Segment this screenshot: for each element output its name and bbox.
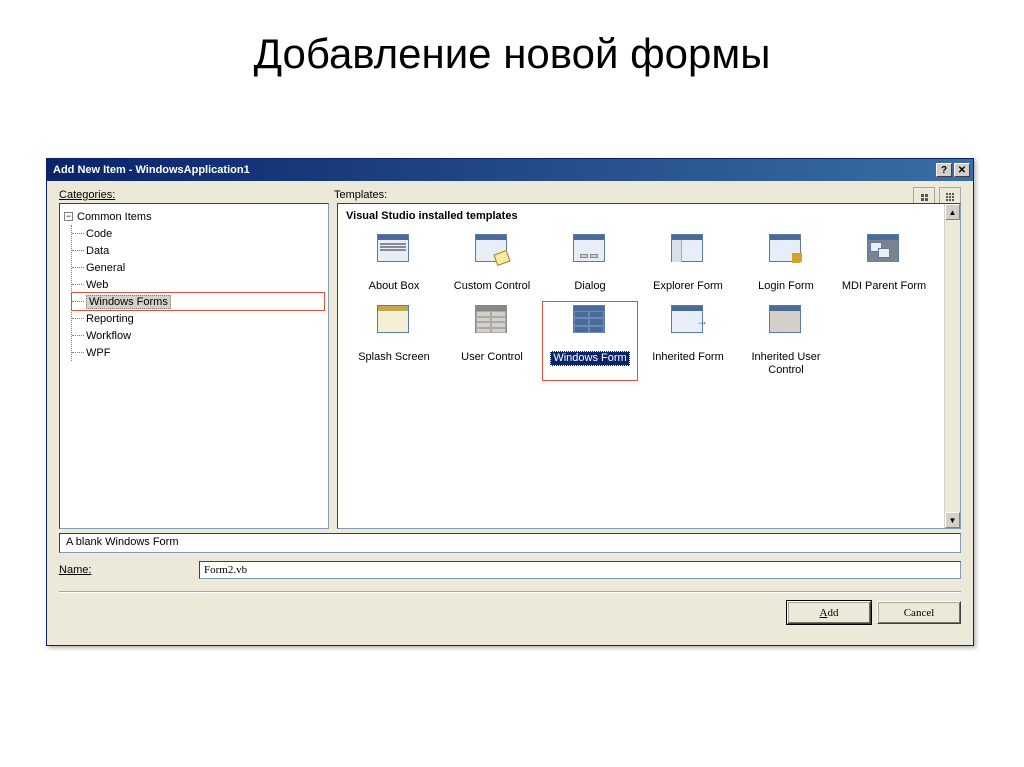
titlebar: Add New Item - WindowsApplication1 ? ✕ [47, 159, 973, 181]
explorer-icon [671, 234, 705, 264]
tree-item-label: Data [86, 245, 109, 257]
tree-item-label: General [86, 262, 125, 274]
categories-tree[interactable]: − Common Items Code Data General Web Windows… [59, 203, 329, 529]
templates-scrollbar[interactable]: ▲ ▼ [944, 204, 960, 528]
template-item-label: Dialog [574, 280, 605, 293]
template-item-label: Inherited User Control [738, 351, 834, 377]
tree-item-reporting[interactable]: Reporting [72, 310, 324, 327]
templates-label: Templates: [334, 189, 961, 201]
help-button[interactable]: ? [936, 163, 952, 177]
about-icon [377, 234, 411, 264]
dialog-i-icon [573, 234, 607, 264]
splash-icon [377, 305, 411, 335]
templates-panel: Visual Studio installed templates About … [337, 203, 961, 529]
template-item-custom-control[interactable]: Custom Control [444, 230, 540, 297]
inherited-icon [671, 305, 705, 335]
tree-item-label: Reporting [86, 313, 134, 325]
template-item-label: Login Form [758, 280, 814, 293]
mdi-icon [867, 234, 901, 264]
name-label: Name: [59, 564, 189, 576]
template-item-about-box[interactable]: About Box [346, 230, 442, 297]
tree-item-label: WPF [86, 347, 110, 359]
template-item-label: Windows Form [550, 351, 629, 366]
tree-item-data[interactable]: Data [72, 242, 324, 259]
template-item-explorer-form[interactable]: Explorer Form [640, 230, 736, 297]
tree-item-label: Windows Forms [86, 295, 171, 309]
template-item-label: Splash Screen [358, 351, 430, 364]
template-item-dialog[interactable]: Dialog [542, 230, 638, 297]
templates-header: Visual Studio installed templates [346, 210, 936, 222]
template-item-label: Explorer Form [653, 280, 723, 293]
template-item-inherited-user-control[interactable]: Inherited User Control [738, 301, 834, 381]
template-item-login-form[interactable]: Login Form [738, 230, 834, 297]
titlebar-text: Add New Item - WindowsApplication1 [53, 164, 936, 176]
template-item-mdi-parent-form[interactable]: MDI Parent Form [836, 230, 932, 297]
cancel-button[interactable]: Cancel [877, 601, 961, 624]
tree-item-general[interactable]: General [72, 259, 324, 276]
tree-item-web[interactable]: Web [72, 276, 324, 293]
scroll-track[interactable] [945, 220, 960, 512]
name-input[interactable] [199, 561, 961, 579]
template-item-user-control[interactable]: User Control [444, 301, 540, 381]
tree-item-label: Workflow [86, 330, 131, 342]
custom-icon [475, 234, 509, 264]
tree-root-node[interactable]: − Common Items [64, 208, 324, 225]
slide-title: Добавление новой формы [0, 0, 1024, 98]
template-item-label: User Control [461, 351, 523, 364]
tree-item-windows-forms[interactable]: Windows Forms [72, 293, 324, 310]
template-item-inherited-form[interactable]: Inherited Form [640, 301, 736, 381]
winform-icon [573, 305, 607, 335]
tree-item-label: Web [86, 279, 108, 291]
tree-item-workflow[interactable]: Workflow [72, 327, 324, 344]
inhuser-icon [769, 305, 803, 335]
template-item-label: About Box [369, 280, 420, 293]
add-new-item-dialog: Add New Item - WindowsApplication1 ? ✕ C… [46, 158, 974, 646]
tree-item-label: Code [86, 228, 112, 240]
template-item-label: Custom Control [454, 280, 530, 293]
add-button[interactable]: Add [787, 601, 871, 624]
template-item-label: Inherited Form [652, 351, 724, 364]
separator [59, 591, 961, 593]
usercontrol-icon [475, 305, 509, 335]
scroll-up-button[interactable]: ▲ [945, 204, 960, 220]
tree-item-code[interactable]: Code [72, 225, 324, 242]
scroll-down-button[interactable]: ▼ [945, 512, 960, 528]
tree-item-wpf[interactable]: WPF [72, 344, 324, 361]
categories-label: Categories: [59, 189, 334, 201]
close-button[interactable]: ✕ [954, 163, 970, 177]
template-item-label: MDI Parent Form [842, 280, 926, 293]
collapse-icon[interactable]: − [64, 212, 73, 221]
template-item-windows-form[interactable]: Windows Form [542, 301, 638, 381]
template-item-splash-screen[interactable]: Splash Screen [346, 301, 442, 381]
tree-root-label: Common Items [77, 211, 152, 223]
description-bar: A blank Windows Form [59, 533, 961, 553]
login-icon [769, 234, 803, 264]
